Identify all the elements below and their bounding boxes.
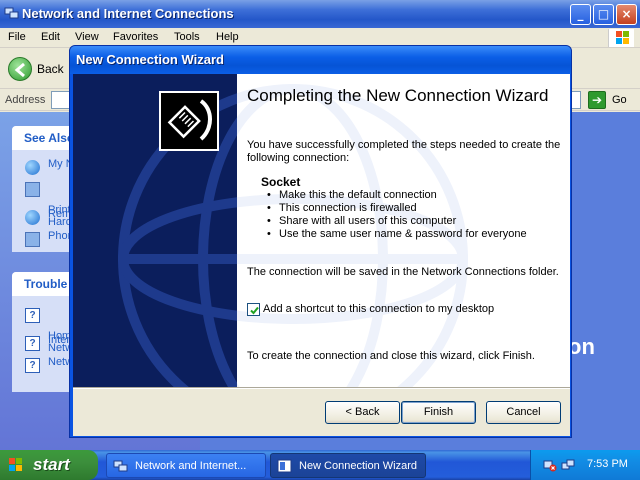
globe-icon — [25, 160, 40, 175]
close-button[interactable]: × — [616, 4, 637, 25]
printer-icon — [25, 182, 40, 197]
start-button[interactable]: start — [0, 450, 98, 480]
maximize-button[interactable]: □ — [593, 4, 614, 25]
go-arrow-icon: ➔ — [588, 91, 606, 109]
list-item: • This connection is firewalled — [267, 202, 417, 214]
wizard-footer: < Back Finish Cancel — [73, 389, 570, 436]
connection-options-list: • Make this the default connection • This … — [265, 189, 527, 241]
new-connection-wizard-dialog: New Connection Wizard Completing the New… — [69, 45, 572, 438]
taskbar: start Network and Internet... New Connec… — [0, 450, 640, 480]
firewall-network-icon[interactable] — [543, 458, 557, 472]
back-button[interactable]: Back — [6, 56, 68, 82]
list-item: • Make this the default connection — [267, 189, 437, 201]
network-cable-icon — [159, 91, 219, 151]
minimize-button[interactable]: _ — [570, 4, 591, 25]
windows-flag-icon — [9, 458, 22, 471]
desktop-shortcut-label[interactable]: Add a shortcut to this connection to my … — [263, 303, 494, 315]
address-label: Address — [5, 94, 46, 106]
cancel-button[interactable]: Cancel — [486, 401, 561, 424]
desktop-shortcut-checkbox[interactable] — [247, 303, 260, 316]
wizard-body: Completing the New Connection Wizard You… — [73, 74, 570, 436]
list-item: • Share with all users of this computer — [267, 215, 457, 227]
start-label: start — [33, 455, 70, 474]
taskbar-item-explorer[interactable]: Network and Internet... — [106, 453, 266, 478]
go-button[interactable]: ➔ Go — [588, 91, 636, 109]
checkmark-icon — [250, 306, 259, 315]
list-item: • Use the same user name & password for e… — [267, 228, 527, 240]
menu-tools[interactable]: Tools — [174, 31, 200, 43]
taskbar-item-label: Network and Internet... — [135, 460, 247, 472]
system-tray: 7:53 PM — [530, 450, 640, 480]
help-icon: ? — [25, 336, 40, 351]
finish-instruction-text: To create the connection and close this … — [247, 350, 535, 362]
phone-icon — [25, 232, 40, 247]
back-wizard-button[interactable]: < Back — [325, 401, 400, 424]
explorer-title-bar[interactable]: Network and Internet Connections _ □ × — [0, 0, 640, 28]
explorer-title: Network and Internet Connections — [22, 6, 234, 21]
wizard-heading: Completing the New Connection Wizard — [247, 86, 549, 105]
menu-help[interactable]: Help — [216, 31, 239, 43]
go-label: Go — [612, 94, 627, 106]
menu-view[interactable]: View — [75, 31, 99, 43]
save-location-text: The connection will be saved in the Netw… — [247, 266, 559, 278]
windows-logo-icon — [608, 29, 634, 47]
network-connections-icon — [113, 460, 128, 472]
wizard-title: New Connection Wizard — [76, 52, 224, 67]
menu-file[interactable]: File — [8, 31, 26, 43]
intro-text: You have successfully completed the step… — [247, 139, 561, 164]
help-icon: ? — [25, 308, 40, 323]
finish-button[interactable]: Finish — [401, 401, 476, 424]
wizard-title-bar[interactable]: New Connection Wizard — [70, 46, 571, 74]
back-label: Back — [37, 62, 64, 76]
remote-icon — [25, 210, 40, 225]
taskbar-item-wizard[interactable]: New Connection Wizard — [270, 453, 426, 478]
content-heading-fragment: on — [568, 334, 595, 359]
menu-edit[interactable]: Edit — [41, 31, 60, 43]
help-icon: ? — [25, 358, 40, 373]
wizard-text-area: Completing the New Connection Wizard You… — [237, 74, 570, 387]
clock[interactable]: 7:53 PM — [587, 458, 628, 470]
taskbar-item-label: New Connection Wizard — [299, 460, 417, 472]
network-activity-icon[interactable] — [561, 458, 575, 472]
connection-name: Socket — [261, 175, 301, 189]
menu-favorites[interactable]: Favorites — [113, 31, 158, 43]
back-arrow-icon — [8, 57, 32, 81]
network-connections-icon — [4, 7, 19, 19]
wizard-icon — [277, 459, 292, 473]
